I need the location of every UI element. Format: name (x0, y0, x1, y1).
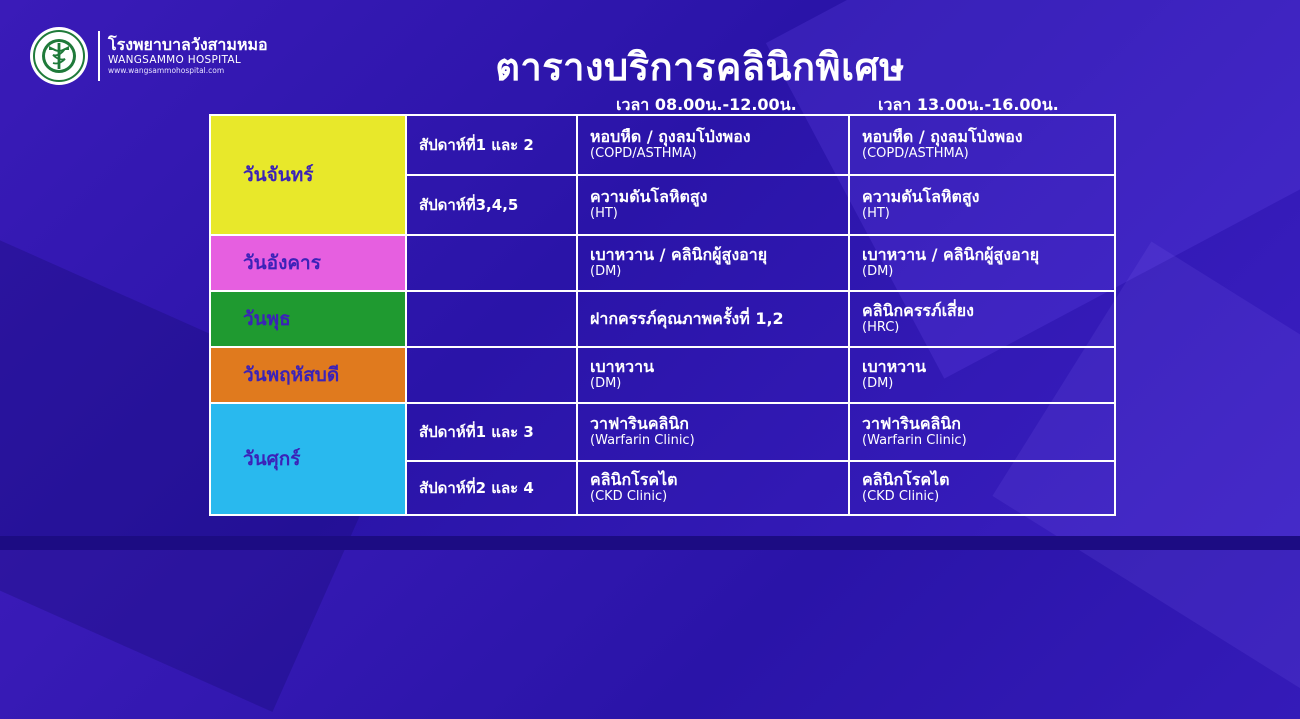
morning-service: ความดันโลหิตสูง (HT) (576, 174, 850, 236)
afternoon-service: เบาหวาน (DM) (848, 346, 1116, 404)
day-cell-thursday: วันพฤหัสบดี (209, 346, 407, 404)
service-name-thai: เบาหวาน / คลินิกผู้สูงอายุ (590, 245, 768, 265)
afternoon-service: หอบหืด / ถุงลมโป่งพอง (COPD/ASTHMA) (848, 114, 1116, 176)
service-name-thai: คลินิกโรคไต (590, 470, 678, 490)
week-cell: สัปดาห์ที่1 และ 3 (405, 402, 578, 462)
service-name-english: (HT) (590, 205, 618, 221)
service-name-english: (DM) (590, 375, 622, 391)
morning-service: เบาหวาน (DM) (576, 346, 850, 404)
schedule-table: วันจันทร์ สัปดาห์ที่1 และ 2 หอบหืด / ถุง… (209, 114, 1116, 516)
service-name-english: (CKD Clinic) (862, 488, 940, 504)
service-name-thai: ความดันโลหิตสูง (590, 187, 708, 207)
afternoon-service: วาฟารินคลินิก (Warfarin Clinic) (848, 402, 1116, 462)
morning-service: หอบหืด / ถุงลมโป่งพอง (COPD/ASTHMA) (576, 114, 850, 176)
week-cell-empty (405, 290, 578, 348)
morning-service: วาฟารินคลินิก (Warfarin Clinic) (576, 402, 850, 462)
ministry-seal-icon (30, 27, 88, 85)
service-name-thai: หอบหืด / ถุงลมโป่งพอง (862, 127, 1023, 147)
morning-service: ฝากครรภ์คุณภาพครั้งที่ 1,2 (576, 290, 850, 348)
day-cell-friday: วันศุกร์ (209, 402, 407, 516)
hospital-logo: โรงพยาบาลวังสามหมอ WANGSAMMO HOSPITAL ww… (30, 27, 268, 85)
service-name-thai: หอบหืด / ถุงลมโป่งพอง (590, 127, 751, 147)
table-row: วันพุธ ฝากครรภ์คุณภาพครั้งที่ 1,2 คลินิก… (209, 290, 1116, 348)
organization-name-thai: โรงพยาบาลวังสามหมอ (108, 34, 268, 54)
service-name-thai: เบาหวาน (590, 357, 655, 377)
service-name-english: (Warfarin Clinic) (862, 432, 967, 448)
service-name-english: (DM) (862, 263, 894, 279)
table-row: วันจันทร์ สัปดาห์ที่1 และ 2 หอบหืด / ถุง… (209, 114, 1116, 236)
afternoon-service: ความดันโลหิตสูง (HT) (848, 174, 1116, 236)
service-name-english: (Warfarin Clinic) (590, 432, 695, 448)
afternoon-service: คลินิกครรภ์เสี่ยง (HRC) (848, 290, 1116, 348)
week-cell-empty (405, 346, 578, 404)
service-name-english: (CKD Clinic) (590, 488, 668, 504)
morning-service: คลินิกโรคไต (CKD Clinic) (576, 460, 850, 516)
service-name-thai: คลินิกครรภ์เสี่ยง (862, 301, 974, 321)
service-name-thai: ความดันโลหิตสูง (862, 187, 980, 207)
afternoon-service: คลินิกโรคไต (CKD Clinic) (848, 460, 1116, 516)
service-name-english: (DM) (862, 375, 894, 391)
service-name-thai: เบาหวาน / คลินิกผู้สูงอายุ (862, 245, 1040, 265)
service-name-thai: คลินิกโรคไต (862, 470, 950, 490)
table-row: วันอังคาร เบาหวาน / คลินิกผู้สูงอายุ (DM… (209, 234, 1116, 292)
afternoon-service: เบาหวาน / คลินิกผู้สูงอายุ (DM) (848, 234, 1116, 292)
day-cell-tuesday: วันอังคาร (209, 234, 407, 292)
logo-divider (98, 31, 100, 81)
bottom-bar (0, 536, 1300, 550)
morning-service: เบาหวาน / คลินิกผู้สูงอายุ (DM) (576, 234, 850, 292)
service-name-english: (COPD/ASTHMA) (862, 145, 969, 161)
day-cell-monday: วันจันทร์ (209, 114, 407, 236)
service-name-english: (HRC) (862, 319, 900, 335)
week-cell: สัปดาห์ที่3,4,5 (405, 174, 578, 236)
page-title: ตารางบริการคลินิกพิเศษ (495, 45, 905, 89)
organization-name-english: WANGSAMMO HOSPITAL (108, 54, 242, 67)
service-name-thai: เบาหวาน (862, 357, 927, 377)
service-name-thai: วาฟารินคลินิก (862, 414, 961, 434)
service-name-english: (DM) (590, 263, 622, 279)
week-cell: สัปดาห์ที่1 และ 2 (405, 114, 578, 176)
week-cell: สัปดาห์ที่2 และ 4 (405, 460, 578, 516)
service-name-english: (COPD/ASTHMA) (590, 145, 697, 161)
day-cell-wednesday: วันพุธ (209, 290, 407, 348)
table-row: วันศุกร์ สัปดาห์ที่1 และ 3 วาฟารินคลินิก… (209, 402, 1116, 516)
service-name-thai: วาฟารินคลินิก (590, 414, 689, 434)
week-cell-empty (405, 234, 578, 292)
organization-website: www.wangsammohospital.com (108, 66, 225, 76)
organization-name: โรงพยาบาลวังสามหมอ WANGSAMMO HOSPITAL ww… (108, 34, 268, 76)
service-name-thai: ฝากครรภ์คุณภาพครั้งที่ 1,2 (590, 308, 784, 328)
table-row: วันพฤหัสบดี เบาหวาน (DM) เบาหวาน (DM) (209, 346, 1116, 404)
service-name-english: (HT) (862, 205, 890, 221)
